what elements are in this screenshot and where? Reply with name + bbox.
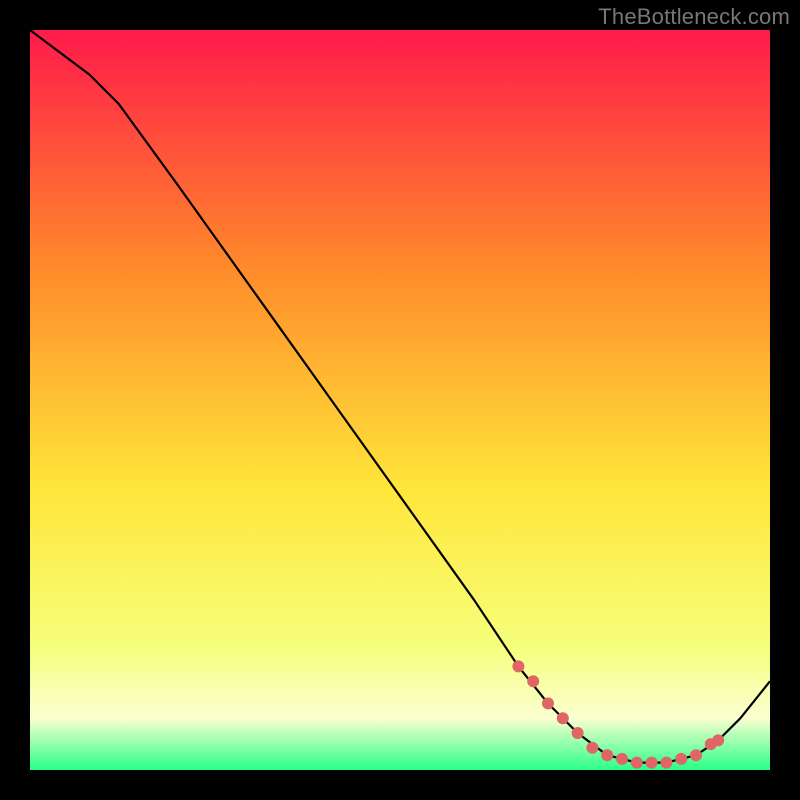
valley-marker <box>646 757 658 769</box>
chart-stage: TheBottleneck.com <box>0 0 800 800</box>
valley-marker <box>690 749 702 761</box>
valley-marker <box>557 712 569 724</box>
attribution-label: TheBottleneck.com <box>598 4 790 30</box>
valley-marker <box>542 697 554 709</box>
valley-marker <box>712 734 724 746</box>
valley-marker <box>586 742 598 754</box>
valley-marker <box>675 753 687 765</box>
valley-marker <box>631 757 643 769</box>
plot-area <box>30 30 770 770</box>
valley-marker <box>601 749 613 761</box>
valley-marker <box>572 727 584 739</box>
plot-svg <box>30 30 770 770</box>
gradient-background <box>30 30 770 770</box>
valley-marker <box>616 753 628 765</box>
valley-marker <box>527 675 539 687</box>
valley-marker <box>660 757 672 769</box>
valley-marker <box>512 660 524 672</box>
